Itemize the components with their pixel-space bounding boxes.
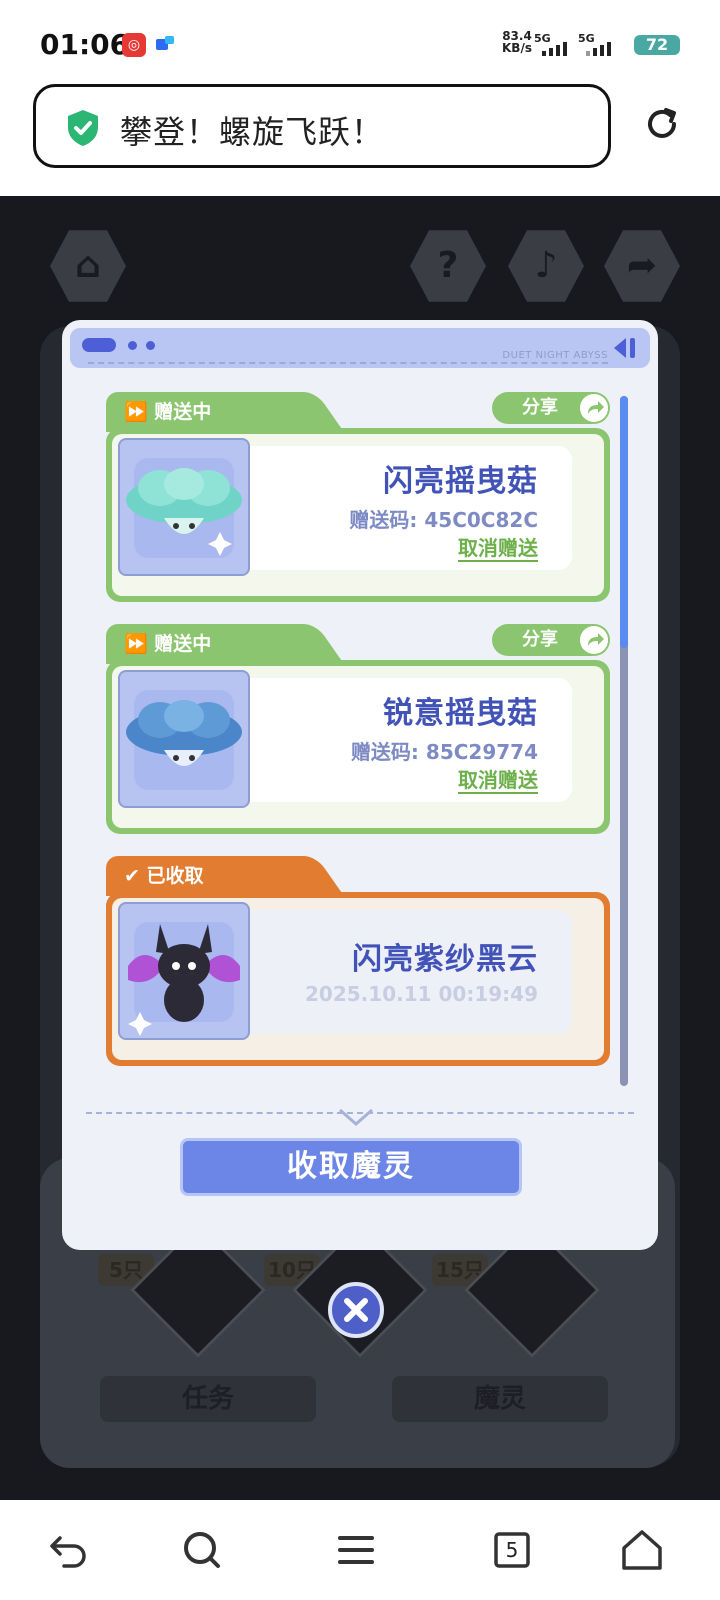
music-button[interactable]: ♪ <box>508 230 584 302</box>
chevron-down-icon <box>339 1108 373 1126</box>
header-dot <box>128 341 137 350</box>
status-tab: ⏩ 赠送中 <box>106 392 306 432</box>
tabs-count: 5 <box>505 1538 519 1562</box>
gift-item: ✔ 已收取 闪亮紫纱黑云 2025.10.11 00:19:49 <box>106 856 610 1068</box>
spirit-thumbnail <box>118 902 250 1040</box>
share-button[interactable]: 分享 <box>492 624 610 656</box>
share-label: 分享 <box>522 397 558 418</box>
music-icon: ♪ <box>534 245 558 286</box>
status-label: 赠送中 <box>154 401 212 423</box>
tabs-button[interactable]: 5 <box>488 1526 536 1574</box>
tab-tasks[interactable]: 任务 <box>100 1376 316 1422</box>
share-arrow-icon <box>580 394 608 422</box>
network-speed-unit: KB/s <box>502 41 532 55</box>
home-icon: ⌂ <box>75 245 101 286</box>
received-time: 2025.10.11 00:19:49 <box>305 982 538 1006</box>
signal-strength-1-icon <box>542 42 567 56</box>
item-info: 闪亮紫纱黑云 2025.10.11 00:19:49 <box>236 910 572 1034</box>
gift-item: ⏩ 赠送中 分享 锐意摇曳菇 赠送码: 85C29774 取消赠送 <box>106 624 610 836</box>
status-tab: ✔ 已收取 <box>106 856 306 896</box>
search-icon[interactable] <box>178 1526 226 1574</box>
browser-nav-bar: 5 <box>0 1500 720 1600</box>
status-tab: ⏩ 赠送中 <box>106 624 306 664</box>
gift-item: ⏩ 赠送中 分享 闪亮摇曳菇 赠送码: 45C0C82C 取消赠送 <box>106 392 610 604</box>
header-dot <box>146 341 155 350</box>
gift-code: 赠送码: 85C29774 <box>350 740 538 764</box>
gift-modal: DUET NIGHT ABYSS ⏩ 赠送中 分享 闪亮摇曳菇 赠送码: 45C… <box>62 320 658 1250</box>
network-speed: 83.4 KB/s <box>502 30 532 54</box>
spirit-name: 锐意摇曳菇 <box>383 696 538 731</box>
tab-spirits[interactable]: 魔灵 <box>392 1376 608 1422</box>
brand-text: DUET NIGHT ABYSS <box>502 350 608 361</box>
browser-toolbar: 攀登！螺旋飞跃！ <box>0 84 720 196</box>
item-frame: 锐意摇曳菇 赠送码: 85C29774 取消赠送 <box>106 660 610 834</box>
status-label: 已收取 <box>146 865 204 887</box>
check-icon: ✔ <box>124 865 140 887</box>
item-frame: 闪亮紫纱黑云 2025.10.11 00:19:49 <box>106 892 610 1066</box>
modal-header: DUET NIGHT ABYSS <box>70 328 650 368</box>
help-icon: ? <box>437 245 459 286</box>
fast-forward-icon: ⏩ <box>124 633 148 655</box>
back-icon[interactable] <box>44 1526 92 1574</box>
collapse-icon <box>614 338 635 358</box>
cancel-gift-link[interactable]: 取消赠送 <box>458 768 538 794</box>
item-frame: 闪亮摇曳菇 赠送码: 45C0C82C 取消赠送 <box>106 428 610 602</box>
spirit-thumbnail <box>118 670 250 808</box>
share-label: 分享 <box>522 629 558 650</box>
netease-music-icon: ◎ <box>122 33 146 57</box>
status-bar: 01:06 ◎ 83.4 KB/s 5G 5G 72 <box>0 0 720 84</box>
scrollbar-thumb[interactable] <box>620 396 628 648</box>
header-pill <box>82 338 116 352</box>
game-background: ⌂ ? ♪ ➦ 5只 10只 15只 任务 魔灵 DUET NIGHT ABYS… <box>0 196 720 1500</box>
page-title: 攀登！螺旋飞跃！ <box>120 113 385 151</box>
reload-icon[interactable] <box>642 104 682 144</box>
item-info: 锐意摇曳菇 赠送码: 85C29774 取消赠送 <box>236 678 572 802</box>
spirit-name: 闪亮紫纱黑云 <box>352 942 538 977</box>
mushroom-spirit-icon <box>126 458 242 558</box>
share-button[interactable]: 分享 <box>492 392 610 424</box>
mushroom-spirit-icon <box>126 690 242 790</box>
home-button[interactable]: ⌂ <box>50 230 126 302</box>
collect-spirit-button[interactable]: 收取魔灵 <box>180 1138 522 1196</box>
close-button[interactable] <box>328 1282 384 1338</box>
status-label: 赠送中 <box>154 633 212 655</box>
share-button[interactable]: ➦ <box>604 230 680 302</box>
battery-indicator: 72 <box>634 35 680 55</box>
share-arrow-icon <box>580 626 608 654</box>
dark-cloud-spirit-icon <box>128 922 240 1036</box>
menu-icon[interactable] <box>332 1526 380 1574</box>
clock: 01:06 <box>40 28 130 61</box>
home-icon[interactable] <box>618 1526 666 1574</box>
gift-code: 赠送码: 45C0C82C <box>349 508 538 532</box>
shield-check-icon <box>68 110 98 146</box>
share-icon: ➦ <box>626 245 658 286</box>
help-button[interactable]: ? <box>410 230 486 302</box>
fast-forward-icon: ⏩ <box>124 401 148 423</box>
signal-strength-2-icon <box>586 42 611 56</box>
header-dashed-line <box>88 362 608 364</box>
close-icon <box>344 1298 368 1322</box>
app-notification-icon <box>156 36 174 50</box>
spirit-thumbnail <box>118 438 250 576</box>
item-info: 闪亮摇曳菇 赠送码: 45C0C82C 取消赠送 <box>236 446 572 570</box>
spirit-name: 闪亮摇曳菇 <box>383 464 538 499</box>
cancel-gift-link[interactable]: 取消赠送 <box>458 536 538 562</box>
address-bar[interactable]: 攀登！螺旋飞跃！ <box>33 84 611 168</box>
